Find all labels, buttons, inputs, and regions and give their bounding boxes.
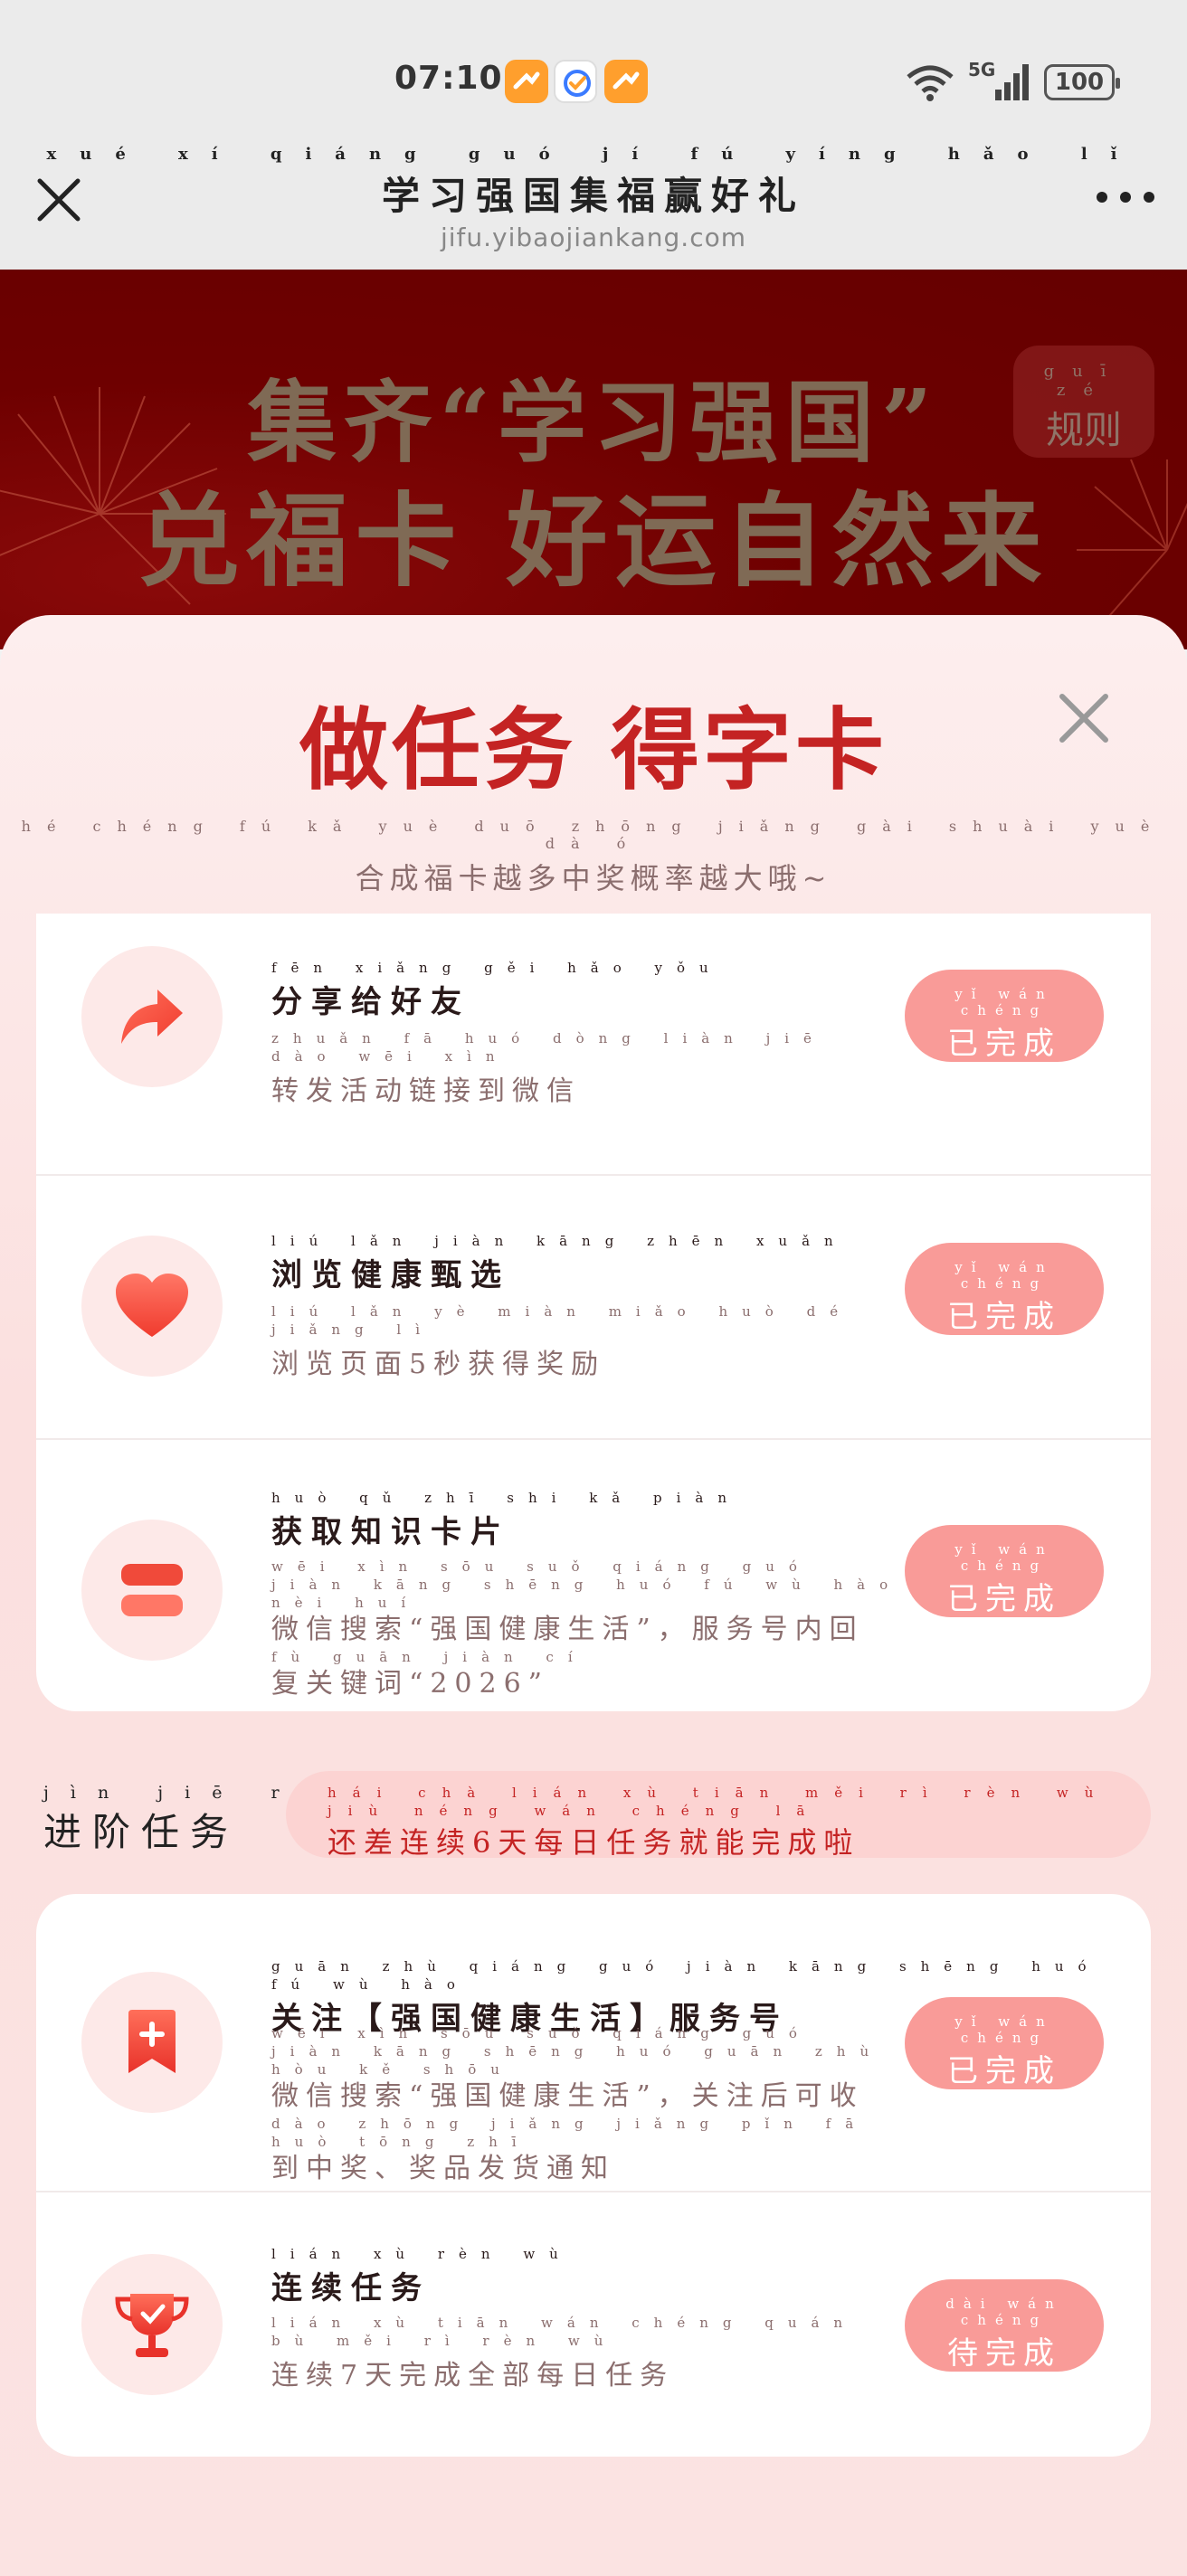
page-title-pinyin: xué xí qiáng guó jí fú yíng hǎo lǐ — [46, 145, 1141, 164]
status-label: 已完成 — [947, 1581, 1061, 1617]
advanced-hint-pinyin: hái chà lián xù tiān měi rì rèn wù jiù n… — [328, 1785, 1110, 1819]
battery-indicator: 100 — [1044, 64, 1120, 100]
share-icon — [81, 946, 223, 1087]
task-desc-pinyin: wēi xìn sōu suǒ qiáng guó jiàn kāng shēn… — [271, 2025, 884, 2078]
page-url: jifu.yibaojiankang.com — [440, 223, 747, 252]
trophy-icon — [81, 2254, 223, 2395]
task-desc-text-2: 复关键词“2026” — [271, 1668, 550, 1700]
more-options-icon[interactable] — [1097, 192, 1154, 203]
task-title-pinyin: guān zhù qiáng guó jiàn kāng shēng huó f… — [271, 1958, 1101, 1993]
task-title-text: 获取知识卡片 — [271, 1514, 510, 1550]
card-stack-icon — [81, 1520, 223, 1661]
task-desc: lián xù tiān wán chéng quán bù měi rì rè… — [271, 2314, 905, 2402]
banner-headline-2: 兑福卡 好运自然来 — [138, 482, 1049, 601]
notification-app-icon — [505, 60, 548, 103]
task-desc-text: 微信搜索“强国健康生活”，服务号内回 — [271, 1614, 864, 1645]
task-title: liú lǎn jiàn kāng zhēn xuǎn 浏览健康甄选 — [271, 1232, 848, 1294]
status-time: 07:10 — [394, 60, 503, 97]
notification-app-icon-2 — [604, 60, 648, 103]
status-pinyin: yǐ wán chéng — [954, 986, 1054, 1018]
task-title-pinyin: fēn xiǎng gěi hǎo yǒu — [271, 960, 723, 976]
advanced-hint-text: 还差连续6天每日任务就能完成啦 — [328, 1825, 860, 1860]
task-desc-text-2: 到中奖、奖品发货通知 — [271, 2153, 615, 2184]
status-label: 已完成 — [947, 1299, 1061, 1335]
task-desc: wēi xìn sōu suǒ qiáng guó jiàn kāng shēn… — [271, 2024, 905, 2187]
page-title-text: 学习强国集福赢好礼 — [381, 174, 805, 218]
rules-pinyin: guī zé — [1043, 362, 1125, 400]
status-bar: 07:10 5G 100 — [0, 0, 1187, 136]
rules-label: 规则 — [1045, 408, 1122, 452]
task-item-streak: lián xù rèn wù 连续任务 lián xù tiān wán ché… — [36, 2192, 1151, 2457]
advanced-progress-hint: hái chà lián xù tiān měi rì rèn wù jiù n… — [286, 1771, 1151, 1860]
promo-banner: 集齐“学习强国” 兑福卡 好运自然来 guī zé 规则 — [0, 270, 1187, 649]
task-desc: liú lǎn yè miàn miǎo huò dé jiǎng lì 浏览页… — [271, 1302, 905, 1391]
status-pinyin: yǐ wán chéng — [954, 1541, 1054, 1574]
task-desc-text: 转发活动链接到微信 — [271, 1075, 581, 1107]
task-desc: wēi xìn sōu suǒ qiáng guó jiàn kāng shēn… — [271, 1558, 905, 1702]
task-desc-pinyin-2: fù guān jiàn cí — [271, 1649, 587, 1665]
task-title-pinyin: huò qǔ zhī shi kǎ piàn — [271, 1490, 742, 1506]
sheet-subtitle-pinyin: hé chéng fú kǎ yuè duō zhōng jiǎng gài s… — [21, 818, 1166, 852]
cellular-signal-icon: 5G — [968, 59, 1031, 102]
task-title-text: 连续任务 — [271, 2270, 431, 2306]
sheet-subtitle: hé chéng fú kǎ yuè duō zhōng jiǎng gài s… — [0, 818, 1187, 897]
task-item-follow: guān zhù qiáng guó jiàn kāng shēng huó f… — [36, 1894, 1151, 2192]
task-title-pinyin: liú lǎn jiàn kāng zhēn xuǎn — [271, 1233, 848, 1249]
task-title: lián xù rèn wù 连续任务 — [271, 2245, 573, 2307]
task-item-knowledge-card: huò qǔ zhī shi kǎ piàn 获取知识卡片 wēi xìn sō… — [36, 1440, 1151, 1711]
task-title-text: 分享给好友 — [271, 984, 470, 1020]
advanced-label-text: 进阶任务 — [43, 1810, 240, 1854]
status-pinyin: yǐ wán chéng — [954, 1259, 1054, 1292]
task-status-button[interactable]: yǐ wán chéng 已完成 — [905, 1525, 1104, 1617]
task-status-button[interactable]: yǐ wán chéng 已完成 — [905, 1997, 1104, 2089]
status-label: 已完成 — [947, 2053, 1061, 2089]
task-desc-pinyin: liú lǎn yè miàn miǎo huò dé jiǎng lì — [271, 1303, 853, 1338]
sheet-title: 做任务 得字卡 — [299, 698, 888, 802]
task-desc-text: 微信搜索“强国健康生活”，关注后可收 — [271, 2080, 864, 2112]
task-title: huò qǔ zhī shi kǎ piàn 获取知识卡片 — [271, 1489, 741, 1551]
advanced-task-card: guān zhù qiáng guó jiàn kāng shēng huó f… — [36, 1894, 1151, 2457]
task-desc-text: 浏览页面5秒获得奖励 — [271, 1349, 606, 1380]
task-desc-pinyin: zhuǎn fā huó dòng liàn jiē dào wēi xìn — [271, 1030, 826, 1065]
task-status-button[interactable]: dài wán chéng 待完成 — [905, 2279, 1104, 2372]
task-status-button[interactable]: yǐ wán chéng 已完成 — [905, 1243, 1104, 1335]
task-item-browse: liú lǎn jiàn kāng zhēn xuǎn 浏览健康甄选 liú l… — [36, 1176, 1151, 1440]
task-desc-pinyin: lián xù tiān wán chéng quán bù měi rì rè… — [271, 2315, 858, 2349]
task-desc-text: 连续7天完成全部每日任务 — [271, 2360, 675, 2391]
task-title-pinyin: lián xù rèn wù — [271, 2246, 573, 2262]
status-label: 已完成 — [947, 1026, 1061, 1062]
battery-level: 100 — [1054, 69, 1105, 96]
task-item-share: fēn xiǎng gěi hǎo yǒu 分享给好友 zhuǎn fā huó… — [36, 914, 1151, 1176]
sheet-subtitle-text: 合成福卡越多中奖概率越大哦~ — [355, 861, 832, 895]
task-desc-pinyin: wēi xìn sōu suǒ qiáng guó jiàn kāng shēn… — [271, 1558, 903, 1611]
task-desc: zhuǎn fā huó dòng liàn jiē dào wēi xìn 转… — [271, 1029, 905, 1118]
rules-button[interactable]: guī zé 规则 — [1013, 346, 1154, 458]
task-status-button[interactable]: yǐ wán chéng 已完成 — [905, 970, 1104, 1062]
task-title: fēn xiǎng gěi hǎo yǒu 分享给好友 — [271, 959, 723, 1021]
status-pinyin: dài wán chéng — [945, 2296, 1063, 2328]
wifi-icon — [907, 65, 954, 101]
daily-task-card: fēn xiǎng gěi hǎo yǒu 分享给好友 zhuǎn fā huó… — [36, 914, 1151, 1711]
task-title-text: 浏览健康甄选 — [271, 1257, 510, 1293]
bookmark-plus-icon — [81, 1972, 223, 2113]
sheet-close-icon[interactable] — [1055, 689, 1113, 747]
browser-title-bar: xué xí qiáng guó jí fú yíng hǎo lǐ 学习强国集… — [0, 136, 1187, 270]
heart-icon — [81, 1236, 223, 1377]
task-desc-pinyin-2: dào zhōng jiǎng jiǎng pǐn fā huò tōng zh… — [271, 2116, 869, 2150]
status-pinyin: yǐ wán chéng — [954, 2013, 1054, 2046]
page-title: xué xí qiáng guó jí fú yíng hǎo lǐ 学习强国集… — [0, 145, 1187, 221]
status-label: 待完成 — [947, 2335, 1061, 2372]
task-sheet: 做任务 得字卡 hé chéng fú kǎ yuè duō zhōng jiǎ… — [0, 615, 1187, 2576]
task-check-app-icon — [554, 60, 597, 103]
